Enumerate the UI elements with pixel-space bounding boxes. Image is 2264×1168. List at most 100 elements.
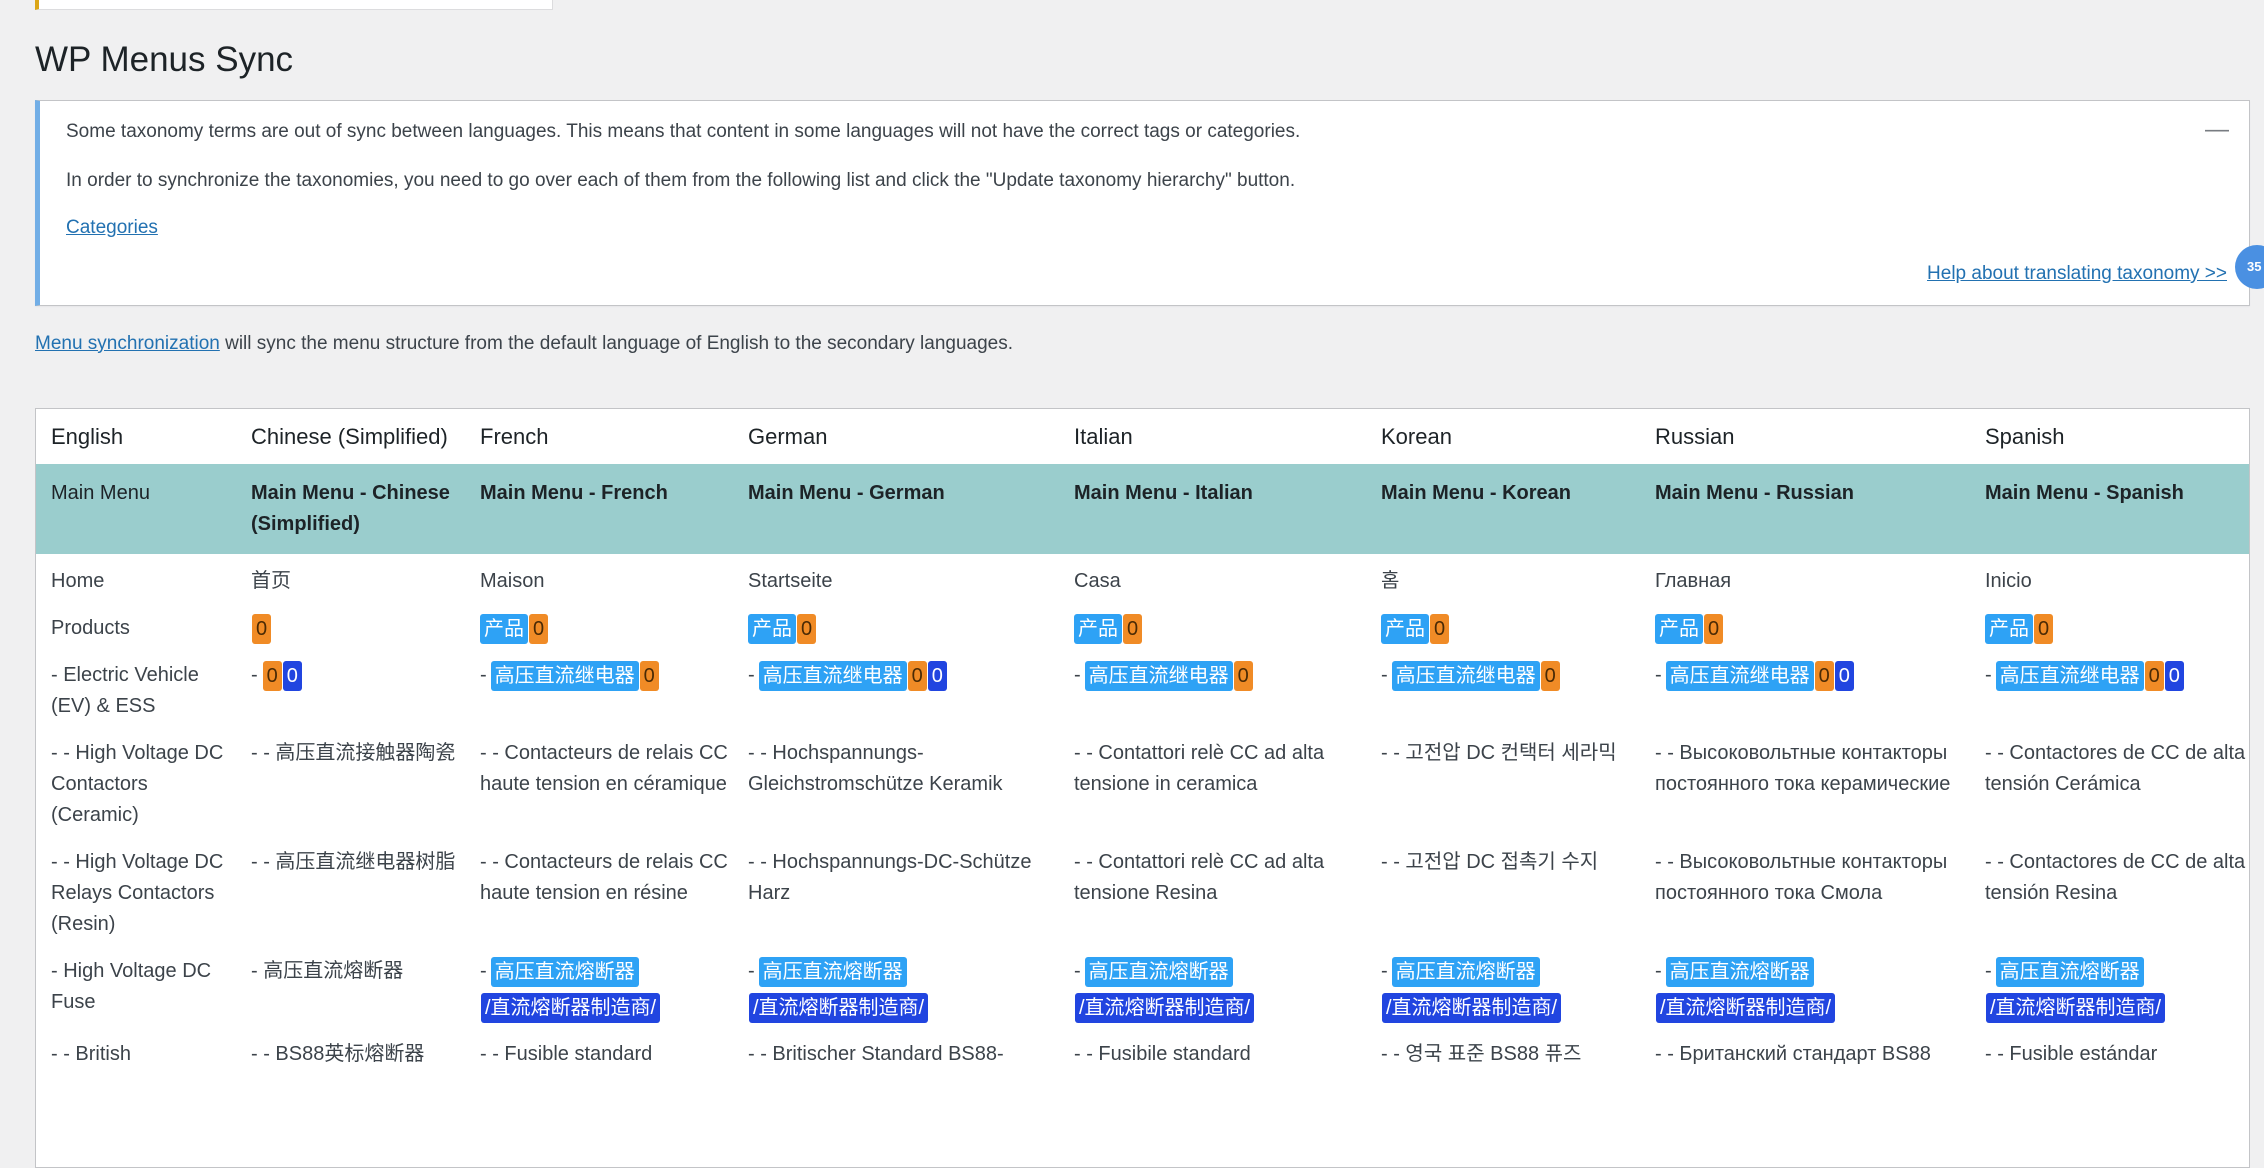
taxonomy-sync-notice: Some taxonomy terms are out of sync betw… <box>35 100 2250 306</box>
menu-item-cell: - - Britischer Standard BS88- <box>748 1043 1004 1066</box>
menu-item-cell: - - Contactores de CC de alta tensión Ce… <box>1985 742 2246 795</box>
notice-links: Categories <box>66 217 158 239</box>
count-badge: 0 <box>2034 613 2054 644</box>
lang-header-chinese: Chinese (Simplified) <box>251 424 448 449</box>
menu-item-cell: - - Contactores de CC de alta tensión Re… <box>1985 851 2246 904</box>
menu-name: Main Menu - Italian <box>1059 464 1366 554</box>
menu-item-cell: - - Британский стандарт BS88 <box>1655 1043 1931 1066</box>
indent-prefix: - <box>748 664 755 687</box>
count-badge: 0 <box>1540 660 1560 691</box>
indent-prefix: - <box>1985 664 1992 687</box>
menu-item-cell: - - 고전압 DC 접촉기 수지 <box>1381 851 1599 873</box>
menu-item-cell: - 高压直流熔断器/直流熔断器制造商/ <box>1640 948 1970 1031</box>
menu-item-cell: Home <box>51 570 105 592</box>
term-badge: 高压直流熔断器 <box>1665 956 1814 987</box>
indent-prefix: - <box>1381 664 1388 687</box>
indent-prefix: - <box>251 664 258 687</box>
dismiss-icon[interactable]: — <box>2205 118 2229 142</box>
count-badge: 0 <box>1123 613 1143 644</box>
count-badge: 0 <box>1834 660 1854 691</box>
path-badge: /直流熔断器制造商/ <box>749 993 929 1024</box>
menu-item-cell: - 高压直流继电器 0 0 <box>733 652 1059 730</box>
menu-name: Main Menu - German <box>733 464 1059 554</box>
table-row-fuse: - High Voltage DC Fuse - 高压直流熔断器 - 高压直流熔断… <box>36 948 2249 1031</box>
menu-item-cell: - 高压直流熔断器/直流熔断器制造商/ <box>465 948 733 1031</box>
menu-name: Main Menu - Korean <box>1366 464 1640 554</box>
menu-item-cell: - 高压直流继电器 0 <box>1059 652 1366 730</box>
intro-text: will sync the menu structure from the de… <box>219 333 1014 354</box>
menu-item-cell: - - Fusible estándar <box>1985 1043 2158 1066</box>
count-badge: 0 <box>1233 660 1253 691</box>
top-partial-box <box>35 0 553 10</box>
menu-item-cell: 홈 <box>1381 570 1400 592</box>
menu-item-cell: - 高压直流继电器 0 <box>1366 652 1640 730</box>
path-badge: /直流熔断器制造商/ <box>1382 993 1562 1024</box>
menu-item-cell: - 高压直流熔断器/直流熔断器制造商/ <box>1970 948 2249 1031</box>
menu-item-cell: - - 영국 표준 BS88 퓨즈 <box>1381 1043 1582 1066</box>
indent-prefix: - <box>1381 960 1388 983</box>
menu-name: Main Menu - Chinese (Simplified) <box>236 464 465 554</box>
count-badge: 0 <box>907 660 927 691</box>
term-badge: 高压直流熔断器 <box>758 956 907 987</box>
term-badge: 高压直流熔断器 <box>490 956 639 987</box>
menu-item-cell: - - High Voltage DC Relays Contactors (R… <box>51 851 224 935</box>
menu-item-cell: 产品 0 <box>465 605 733 652</box>
count-badge: 0 <box>262 660 282 691</box>
lang-header-italian: Italian <box>1074 424 1133 449</box>
menu-item-cell: - - Hochspannungs-DC-Schütze Harz <box>748 851 1032 904</box>
term-badge: 产品 <box>748 613 796 644</box>
categories-link[interactable]: Categories <box>66 217 158 238</box>
menu-item-cell: - - Высоковольтные контакторы постоянног… <box>1655 742 1951 795</box>
menu-item-cell: Главная <box>1655 570 1732 592</box>
menu-name: Main Menu - Russian <box>1640 464 1970 554</box>
menu-synchronization-link[interactable]: Menu synchronization <box>35 333 220 354</box>
table-row-hv-ceramic: - - High Voltage DC Contactors (Ceramic)… <box>36 730 2249 839</box>
path-badge: /直流熔断器制造商/ <box>1656 993 1836 1024</box>
menu-name: Main Menu - Spanish <box>1970 464 2249 554</box>
menu-item-cell: - Electric Vehicle (EV) & ESS <box>51 664 199 717</box>
indent-prefix: - <box>1655 664 1662 687</box>
term-badge: 产品 <box>480 613 528 644</box>
term-badge: 高压直流继电器 <box>1665 660 1814 691</box>
count-badge: 0 <box>927 660 947 691</box>
menu-sync-intro: Menu synchronization will sync the menu … <box>35 333 1013 355</box>
menu-item-cell: - - 高压直流接触器陶瓷 <box>251 742 456 764</box>
notice-line-2: In order to synchronize the taxonomies, … <box>66 170 1296 191</box>
menu-item-cell: -00 <box>236 652 465 730</box>
menu-item-cell: 产品 0 <box>1059 605 1366 652</box>
term-badge: 高压直流熔断器 <box>1084 956 1233 987</box>
menu-item-cell: - 高压直流熔断器 <box>251 960 404 982</box>
table-row-home: Home 首页 Maison Startseite Casa 홈 Главная… <box>36 554 2249 605</box>
menu-item-cell: 产品 0 <box>1970 605 2249 652</box>
term-badge: 产品 <box>1381 613 1429 644</box>
indent-prefix: - <box>1985 960 1992 983</box>
menu-sync-table: English Chinese (Simplified) French Germ… <box>35 408 2250 1168</box>
menu-item-cell: - - 고전압 DC 컨택터 세라믹 <box>1381 742 1617 764</box>
count-badge: 0 <box>797 613 817 644</box>
menu-item-cell: - 高压直流继电器 0 0 <box>1970 652 2249 730</box>
term-badge: 高压直流熔断器 <box>1391 956 1540 987</box>
menu-item-cell: - 高压直流熔断器/直流熔断器制造商/ <box>1366 948 1640 1031</box>
menu-item-cell: - - Contattori relè CC ad alta tensione … <box>1074 742 1325 795</box>
term-badge: 产品 <box>1074 613 1122 644</box>
path-badge: /直流熔断器制造商/ <box>481 993 661 1024</box>
lang-header-spanish: Spanish <box>1985 424 2065 449</box>
count-badge: 0 <box>252 613 272 644</box>
count-badge: 0 <box>282 660 302 691</box>
lang-header-russian: Russian <box>1655 424 1735 449</box>
menu-item-cell: - 高压直流继电器 0 0 <box>1640 652 1970 730</box>
menu-item-cell: - - Fusible standard <box>480 1043 653 1066</box>
menu-item-cell: Startseite <box>748 570 833 592</box>
menu-item-cell: 首页 <box>251 570 291 592</box>
menu-item-cell: - - Высоковольтные контакторы постоянног… <box>1655 851 1948 904</box>
menu-item-cell: 0 <box>236 605 465 652</box>
menu-item-cell: - - BS88英标熔断器 <box>251 1043 425 1066</box>
menu-item-cell: 产品 0 <box>1640 605 1970 652</box>
menu-item-cell: - - Contacteurs de relais CC haute tensi… <box>480 851 728 904</box>
indent-prefix: - <box>1074 960 1081 983</box>
lang-header-korean: Korean <box>1381 424 1452 449</box>
menu-name-row: Main Menu Main Menu - Chinese (Simplifie… <box>36 464 2249 554</box>
term-badge: 产品 <box>1655 613 1703 644</box>
help-translating-taxonomy-link[interactable]: Help about translating taxonomy >> <box>1927 263 2227 285</box>
menu-item-cell: - - Hochspannungs-Gleichstromschütze Ker… <box>748 742 1003 795</box>
